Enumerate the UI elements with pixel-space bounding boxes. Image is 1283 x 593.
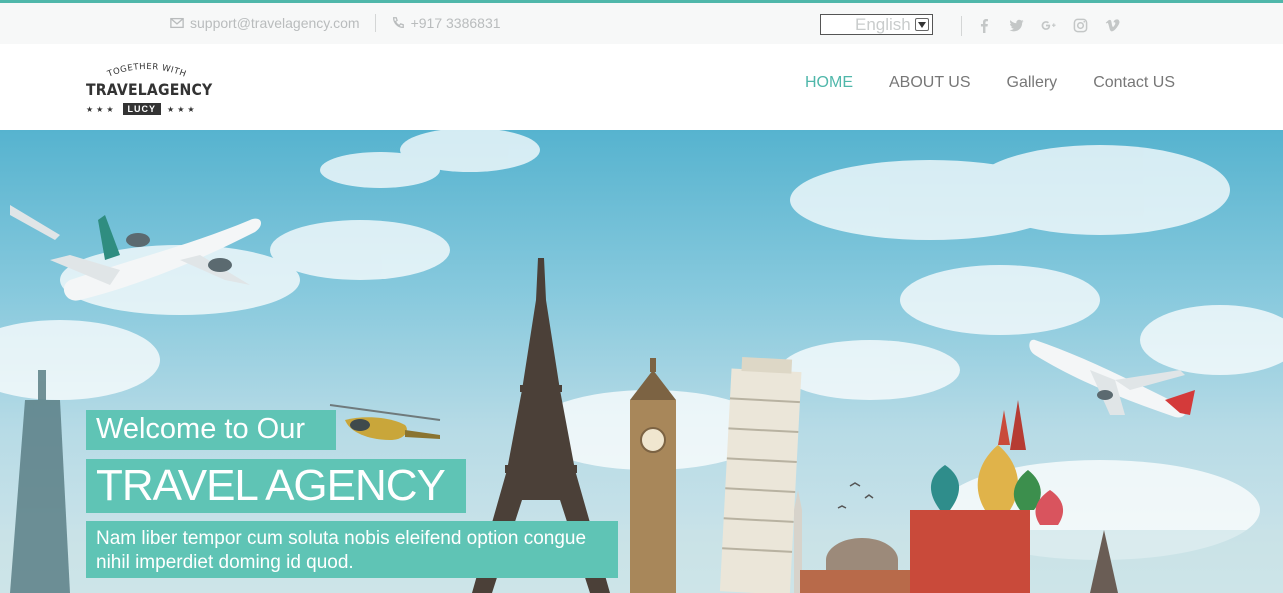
site-logo[interactable]: TOGETHER WITH TRAVELAGENCY ★★★ LUCY ★★★	[86, 57, 216, 119]
nav-gallery[interactable]: Gallery	[1007, 74, 1058, 92]
twitter-icon[interactable]	[1008, 17, 1024, 33]
top-bar: support@travelagency.com +917 3386831 En…	[0, 0, 1283, 44]
envelope-icon	[170, 17, 184, 29]
phone-text: +917 3386831	[410, 15, 501, 31]
contact-info: support@travelagency.com +917 3386831	[170, 14, 501, 32]
logo-arc: TOGETHER WITH	[105, 62, 187, 80]
email-link[interactable]: support@travelagency.com	[170, 15, 360, 31]
nav-about-us[interactable]: ABOUT US	[889, 74, 971, 92]
logo-tag: LUCY	[122, 103, 162, 115]
instagram-icon[interactable]	[1072, 17, 1088, 33]
logo-arc-text: TOGETHER WITH	[105, 62, 187, 80]
site-header: TOGETHER WITH TRAVELAGENCY ★★★ LUCY ★★★ …	[0, 44, 1283, 130]
nav-contact-us[interactable]: Contact US	[1093, 74, 1175, 92]
social-links	[976, 17, 1136, 33]
hero-welcome-text: Welcome to Our	[86, 410, 336, 450]
logo-stars: ★★★	[86, 104, 117, 114]
phone-icon	[392, 17, 404, 28]
hero-title: TRAVEL AGENCY	[86, 459, 466, 513]
logo-stars: ★★★	[167, 104, 198, 114]
language-select[interactable]: English	[820, 14, 933, 35]
email-text: support@travelagency.com	[190, 15, 360, 31]
hero-banner: Welcome to Our TRAVEL AGENCY Nam liber t…	[0, 130, 1283, 593]
google-plus-icon[interactable]	[1040, 17, 1056, 33]
logo-bottom: ★★★ LUCY ★★★	[86, 103, 198, 115]
svg-text:TOGETHER WITH: TOGETHER WITH	[105, 62, 187, 80]
facebook-icon[interactable]	[976, 17, 992, 33]
chevron-down-icon	[915, 18, 929, 31]
nav-home[interactable]: HOME	[805, 74, 853, 92]
language-value: English	[855, 14, 911, 34]
phone-link[interactable]: +917 3386831	[391, 15, 501, 31]
divider	[374, 14, 376, 32]
hero-description: Nam liber tempor cum soluta nobis eleife…	[86, 521, 618, 578]
main-nav: HOME ABOUT US Gallery Contact US	[769, 74, 1175, 92]
vimeo-icon[interactable]	[1104, 17, 1120, 33]
divider	[961, 16, 962, 36]
logo-main-text: TRAVELAGENCY	[86, 80, 213, 99]
